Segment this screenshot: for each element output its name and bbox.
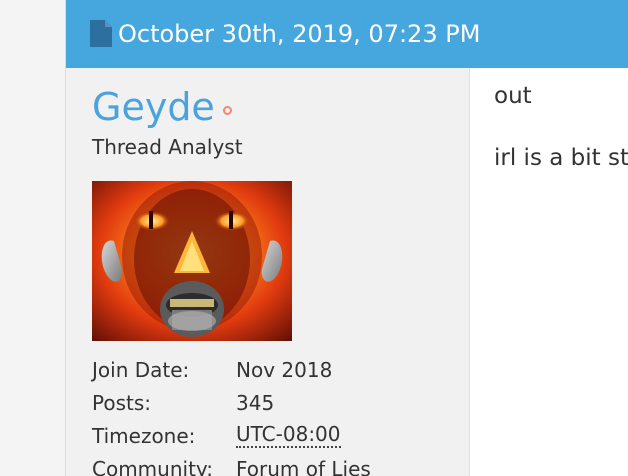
user-info-panel: Geyde Thread Analyst Join Date: Nov 2018… [66,68,470,476]
posts-row: Posts: 345 [92,386,452,419]
page: October 30th, 2019, 07:23 PM Geyde Threa… [0,0,628,476]
offline-status-icon [222,105,232,115]
post-header: October 30th, 2019, 07:23 PM [66,0,628,68]
document-icon [90,20,112,47]
join-date-label: Join Date: [92,357,190,382]
join-date-value: Nov 2018 [236,357,333,382]
timezone-row: Timezone: UTC-08:00 [92,419,452,452]
posts-value: 345 [236,390,275,415]
post-date: October 30th, 2019, 07:23 PM [118,20,481,48]
community-value: Forum of Lies [236,456,371,476]
username-row: Geyde [92,88,232,126]
user-info-table: Join Date: Nov 2018 Posts: 345 Timezone:… [92,353,452,476]
posts-label: Posts: [92,390,152,415]
community-row: Community: Forum of Lies [92,452,452,476]
username-link[interactable]: Geyde [92,88,215,126]
timezone-label: Timezone: [92,423,196,448]
community-label: Community: [92,456,214,476]
user-title: Thread Analyst [92,135,243,159]
timezone-value[interactable]: UTC-08:00 [236,423,341,448]
forum-post: October 30th, 2019, 07:23 PM Geyde Threa… [65,0,628,476]
avatar-image [92,181,292,341]
avatar[interactable] [92,181,292,341]
post-body: out irl is a bit st [494,68,628,476]
post-text-line: irl is a bit st [494,145,628,171]
post-text-line: out [494,83,532,109]
join-date-row: Join Date: Nov 2018 [92,353,452,386]
